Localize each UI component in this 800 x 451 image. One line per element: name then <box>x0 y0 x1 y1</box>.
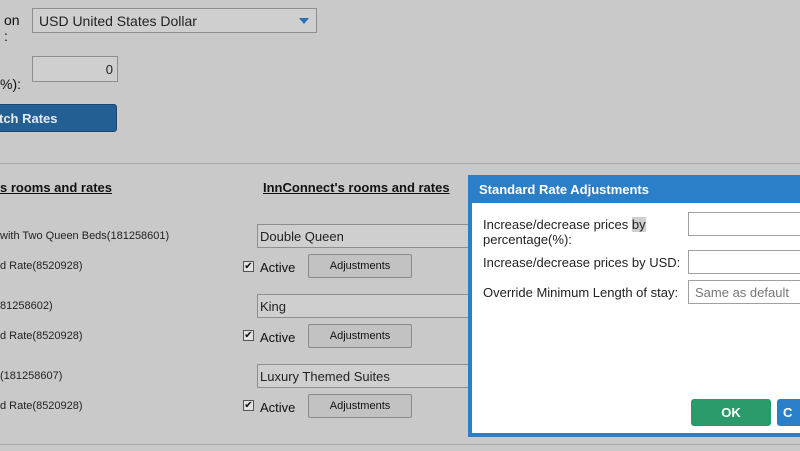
chevron-down-icon <box>299 18 309 24</box>
usd-adjust-input[interactable] <box>688 250 800 274</box>
usd-adjust-label: Increase/decrease prices by USD: <box>483 255 681 270</box>
min-los-select[interactable]: Same as default <box>688 280 800 304</box>
channel-rate-name: d Rate(8520928) <box>0 260 83 272</box>
percentage-adjust-label-text: Increase/decrease prices <box>483 217 632 232</box>
active-label: Active <box>260 260 296 275</box>
room-mapping-field[interactable]: King <box>257 294 487 318</box>
cancel-button[interactable]: C <box>777 399 800 426</box>
currency-select-value: USD United States Dollar <box>39 13 197 29</box>
adjustments-button[interactable]: Adjustments <box>308 254 412 278</box>
channel-room-name: with Two Queen Beds(181258601) <box>0 230 170 242</box>
bottom-divider <box>0 444 800 445</box>
active-checkbox[interactable]: ✔ <box>243 261 254 272</box>
innconnect-rooms-header: InnConnect's rooms and rates <box>263 180 450 195</box>
active-label: Active <box>260 330 296 345</box>
channel-room-name: 81258602) <box>0 300 53 312</box>
dialog-body: Increase/decrease prices by percentage(%… <box>472 203 800 433</box>
currency-select[interactable]: USD United States Dollar <box>32 8 317 33</box>
percentage-adjust-label-text2: percentage(%): <box>483 232 572 247</box>
min-los-label: Override Minimum Length of stay: <box>483 285 679 300</box>
active-checkbox[interactable]: ✔ <box>243 330 254 341</box>
channel-rooms-header: s rooms and rates <box>0 180 112 195</box>
selected-text: by <box>631 217 646 232</box>
dialog-title: Standard Rate Adjustments <box>479 182 649 197</box>
active-checkbox[interactable]: ✔ <box>243 400 254 411</box>
percentage-input[interactable]: 0 <box>32 56 118 82</box>
rate-adjustments-dialog: Standard Rate Adjustments Increase/decre… <box>468 175 800 437</box>
room-mapping-field[interactable]: Double Queen <box>257 224 487 248</box>
adjustments-button[interactable]: Adjustments <box>308 394 412 418</box>
percentage-adjust-label: Increase/decrease prices by percentage(%… <box>483 217 646 247</box>
percentage-adjust-input[interactable] <box>688 212 800 236</box>
channel-rate-name: d Rate(8520928) <box>0 400 83 412</box>
channel-rate-name: d Rate(8520928) <box>0 330 83 342</box>
ok-button[interactable]: OK <box>691 399 771 426</box>
active-label: Active <box>260 400 296 415</box>
currency-label: on <box>4 12 20 28</box>
currency-label-colon: : <box>4 28 8 44</box>
room-mapping-field[interactable]: Luxury Themed Suites <box>257 364 487 388</box>
section-divider <box>0 163 800 164</box>
adjustments-button[interactable]: Adjustments <box>308 324 412 348</box>
channel-room-name: (181258607) <box>0 370 63 382</box>
fetch-rates-button[interactable]: tch Rates <box>0 104 117 132</box>
percentage-label: %): <box>0 76 21 92</box>
